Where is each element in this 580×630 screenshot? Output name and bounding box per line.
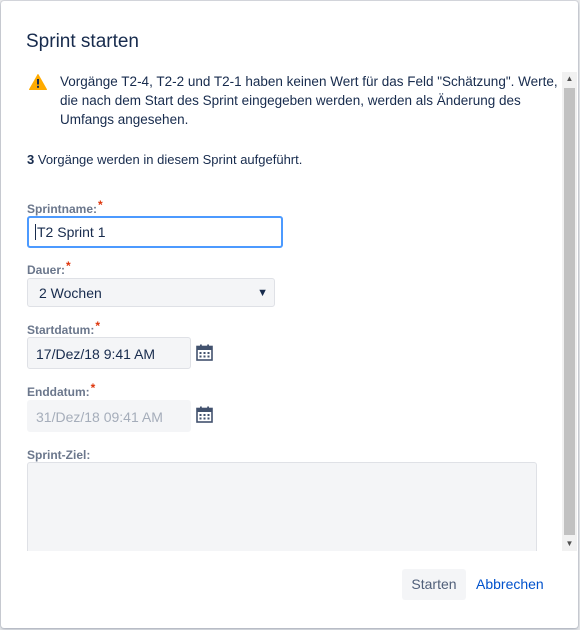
- sprint-name-value: T2 Sprint 1: [37, 224, 106, 240]
- start-sprint-dialog: Sprint starten Vorgänge T2-4, T2-2 und T…: [1, 1, 578, 628]
- end-date-value: 31/Dez/18 09:41 AM: [36, 409, 163, 425]
- required-marker: *: [66, 259, 71, 273]
- sprint-name-input[interactable]: T2 Sprint 1: [27, 216, 283, 248]
- warning-icon: [29, 74, 47, 90]
- issues-summary: 3 Vorgänge werden in diesem Sprint aufge…: [27, 152, 302, 167]
- warning-text: Vorgänge T2-4, T2-2 und T2-1 haben keine…: [60, 74, 558, 127]
- start-button[interactable]: Starten: [402, 569, 466, 600]
- sprint-goal-label-text: Sprint-Ziel:: [27, 448, 91, 462]
- scroll-down-arrow-icon[interactable]: ▼: [562, 537, 577, 551]
- issues-count: 3: [27, 152, 35, 167]
- sprint-name-label: Sprintname:*: [27, 198, 103, 216]
- sprint-goal-label: Sprint-Ziel:: [27, 448, 90, 462]
- dialog-content: Vorgänge T2-4, T2-2 und T2-1 haben keine…: [1, 71, 563, 551]
- text-cursor: [35, 224, 36, 241]
- content-scrollbar[interactable]: ▲ ▼: [562, 72, 577, 551]
- start-date-label-text: Startdatum:: [27, 323, 95, 337]
- cancel-button[interactable]: Abbrechen: [476, 569, 544, 600]
- required-marker: *: [98, 198, 103, 212]
- required-marker: *: [90, 381, 96, 395]
- start-date-label: Startdatum:*: [27, 319, 100, 337]
- start-date-value: 17/Dez/18 9:41 AM: [36, 346, 156, 362]
- end-date-input: 31/Dez/18 09:41 AM: [27, 400, 191, 432]
- sprint-goal-textarea[interactable]: [27, 462, 537, 551]
- scrollbar-thumb[interactable]: [564, 88, 575, 535]
- duration-label-text: Dauer:: [27, 263, 66, 277]
- issues-text: Vorgänge werden in diesem Sprint aufgefü…: [37, 152, 303, 167]
- required-marker: *: [95, 319, 101, 333]
- duration-label: Dauer:*: [27, 259, 71, 277]
- calendar-icon[interactable]: [196, 344, 213, 361]
- dialog-title: Sprint starten: [26, 31, 139, 52]
- start-date-input[interactable]: 17/Dez/18 9:41 AM: [27, 337, 191, 369]
- end-date-label: Enddatum:*: [27, 381, 95, 399]
- calendar-icon[interactable]: [196, 406, 213, 423]
- chevron-down-icon: ▼: [257, 287, 268, 299]
- duration-value: 2 Wochen: [39, 285, 102, 301]
- scroll-up-arrow-icon[interactable]: ▲: [562, 72, 577, 86]
- duration-select[interactable]: 2 Wochen ▼: [27, 278, 275, 307]
- sprint-name-label-text: Sprintname:: [27, 202, 98, 216]
- end-date-label-text: Enddatum:: [27, 385, 90, 399]
